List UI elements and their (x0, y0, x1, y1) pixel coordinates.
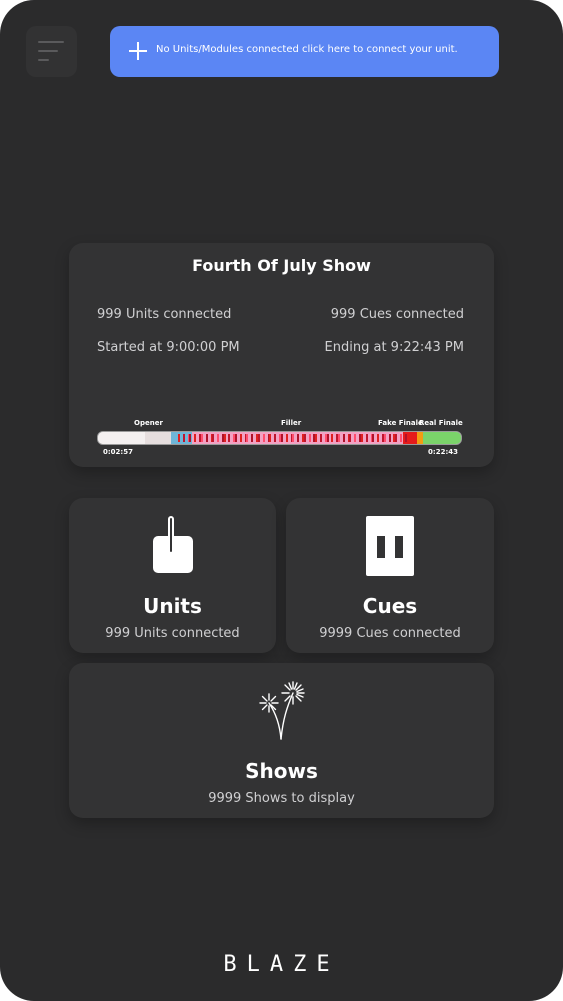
timeline-cue-tick (189, 434, 192, 442)
shows-tile[interactable]: Shows 9999 Shows to display (69, 663, 494, 818)
hamburger-line (38, 59, 49, 61)
timeline-cue-tick (383, 434, 386, 442)
show-card[interactable]: Fourth Of July Show 999 Units connected … (69, 243, 494, 467)
timeline-cue-tick (388, 434, 391, 442)
timeline-cue-tick (349, 434, 352, 442)
timeline-cue-tick (280, 434, 283, 442)
timeline-cue-tick (372, 434, 375, 442)
timeline-cue-tick (239, 434, 242, 442)
timeline-cue-tick (331, 434, 334, 442)
timeline-cue-tick (342, 434, 345, 442)
timeline-cue-tick (354, 434, 357, 442)
fireworks-icon (259, 681, 305, 740)
timeline-cue-tick (400, 434, 403, 442)
blaze-logo: BLAZE (223, 952, 340, 977)
cue-panel-icon (366, 516, 414, 576)
banner-text: No Units/Modules connected click here to… (156, 44, 458, 55)
show-end-time: Ending at 9:22:43 PM (324, 340, 464, 355)
timeline-cue-tick (404, 434, 407, 442)
timeline-cue-tick (262, 434, 265, 442)
timeline-segment-real-finale (422, 432, 461, 444)
show-timeline[interactable] (97, 431, 462, 445)
timeline-cue-tick (285, 434, 288, 442)
timeline-total: 0:22:43 (428, 448, 458, 456)
timeline-cue-tick (274, 434, 277, 442)
hamburger-menu-icon (38, 41, 64, 43)
timeline-cue-tick (246, 434, 249, 442)
timeline-cue-tick (194, 434, 197, 442)
timeline-cue-tick (212, 434, 215, 442)
cues-tile[interactable]: Cues 9999 Cues connected (286, 498, 494, 653)
timeline-cue-tick (223, 434, 226, 442)
timeline-cue-tick (292, 434, 295, 442)
timeline-cue-tick (257, 434, 260, 442)
timeline-cue-tick (297, 434, 300, 442)
units-tile-title: Units (143, 594, 202, 618)
show-cues-connected: 999 Cues connected (330, 307, 464, 322)
timeline-cue-tick (200, 434, 203, 442)
timeline-cue-tick (177, 434, 180, 442)
timeline-cue-tick (360, 434, 363, 442)
units-tile-subtitle: 999 Units connected (105, 626, 240, 641)
cues-tile-subtitle: 9999 Cues connected (319, 626, 461, 641)
timeline-cue-tick (205, 434, 208, 442)
timeline-cue-tick (217, 434, 220, 442)
timeline-cue-tick (365, 434, 368, 442)
timeline-cue-tick (182, 434, 185, 442)
app-screen: No Units/Modules connected click here to… (0, 0, 563, 1001)
timeline-cue-tick (228, 434, 231, 442)
hamburger-line (38, 50, 58, 52)
show-start-time: Started at 9:00:00 PM (97, 340, 240, 355)
timeline-cue-tick (269, 434, 272, 442)
timeline-progress-fill (98, 432, 146, 444)
unit-module-icon (153, 516, 193, 573)
menu-button[interactable] (26, 26, 77, 77)
cues-tile-title: Cues (362, 594, 418, 618)
show-title: Fourth Of July Show (192, 256, 371, 275)
timeline-cue-tick (319, 434, 322, 442)
timeline-cue-tick (315, 434, 318, 442)
timeline-marker-filler: Filler (281, 419, 302, 427)
timeline-cue-tick (377, 434, 380, 442)
timeline-marker-real-finale: Real Finale (419, 419, 463, 427)
timeline-cue-tick (308, 434, 311, 442)
shows-tile-subtitle: 9999 Shows to display (208, 791, 355, 806)
timeline-marker-opener: Opener (134, 419, 163, 427)
units-tile[interactable]: Units 999 Units connected (69, 498, 276, 653)
timeline-elapsed: 0:02:57 (103, 448, 133, 456)
timeline-cue-tick (251, 434, 254, 442)
timeline-cue-tick (235, 434, 238, 442)
connect-unit-banner[interactable]: No Units/Modules connected click here to… (110, 26, 499, 77)
timeline-cue-tick (337, 434, 340, 442)
plus-icon (129, 42, 147, 60)
timeline-cue-tick (303, 434, 306, 442)
timeline-cue-tick (395, 434, 398, 442)
timeline-marker-fake-finale: Fake Finale (378, 419, 423, 427)
shows-tile-title: Shows (245, 759, 318, 783)
timeline-cue-tick (326, 434, 329, 442)
show-units-connected: 999 Units connected (97, 307, 232, 322)
